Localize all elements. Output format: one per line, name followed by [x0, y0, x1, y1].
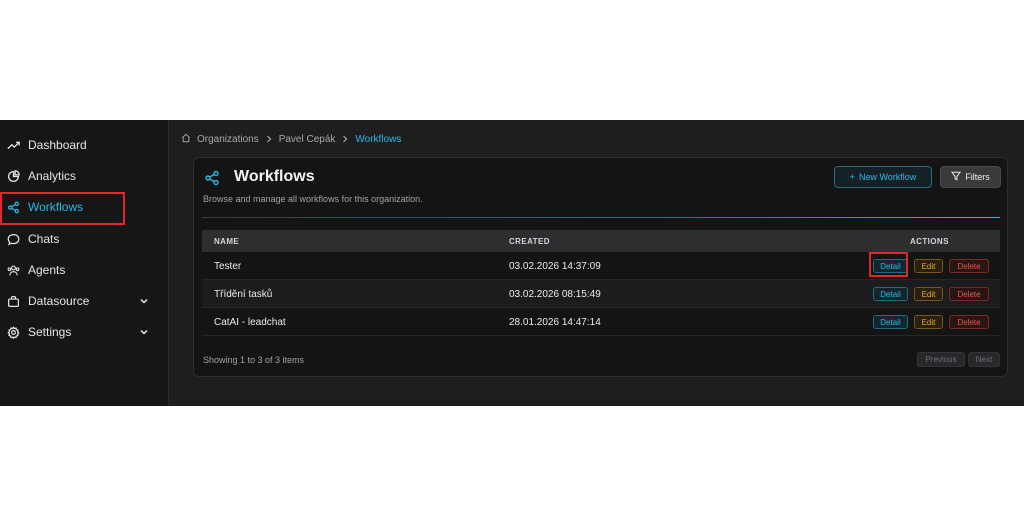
share-nodes-icon: [204, 170, 220, 186]
sidebar-item-datasource[interactable]: Datasource: [0, 286, 168, 316]
workflow-name: Tester: [214, 261, 242, 272]
highlight-box-detail: [869, 252, 908, 277]
table-row[interactable]: CatAI - leadchat 28.01.2026 14:47:14 Det…: [202, 308, 1000, 336]
breadcrumb-current: Workflows: [355, 133, 402, 145]
chevron-right-icon: [265, 135, 273, 143]
home-icon[interactable]: [181, 133, 191, 146]
sidebar-item-dashboard[interactable]: Dashboard: [0, 130, 168, 160]
column-header-name[interactable]: NAME: [214, 237, 239, 246]
workflow-created: 03.02.2026 14:37:09: [509, 261, 601, 272]
sidebar-item-label: Settings: [28, 325, 72, 339]
table-header: NAME CREATED ACTIONS: [202, 230, 1000, 252]
filters-button[interactable]: Filters: [940, 166, 1001, 188]
table-row[interactable]: Třídění tasků 03.02.2026 08:15:49 Detail…: [202, 280, 1000, 308]
chevron-down-icon[interactable]: [138, 326, 150, 338]
edit-button[interactable]: Edit: [914, 287, 943, 301]
workflow-created: 28.01.2026 14:47:14: [509, 317, 601, 328]
workflow-name: CatAI - leadchat: [214, 317, 286, 328]
workflow-created: 03.02.2026 08:15:49: [509, 289, 601, 300]
sidebar-item-label: Dashboard: [28, 138, 87, 152]
workflow-name: Třídění tasků: [214, 289, 273, 300]
chat-bubble-icon: [6, 232, 20, 246]
detail-button[interactable]: Detail: [873, 315, 908, 329]
page-title: Workflows: [234, 168, 315, 185]
previous-page-button[interactable]: Previous: [917, 352, 965, 367]
breadcrumb: Organizations Pavel Cepák Workflows: [181, 132, 401, 146]
sidebar-item-label: Analytics: [28, 169, 77, 183]
divider: [202, 217, 1000, 218]
breadcrumb-organization-name[interactable]: Pavel Cepák: [279, 134, 336, 145]
detail-button[interactable]: Detail: [873, 287, 908, 301]
breadcrumb-organizations[interactable]: Organizations: [197, 134, 259, 145]
sidebar-item-settings[interactable]: Settings: [0, 317, 168, 347]
sidebar-item-label: Agents: [28, 263, 66, 277]
chevron-down-icon[interactable]: [138, 295, 150, 307]
new-workflow-button[interactable]: + New Workflow: [834, 166, 932, 188]
sidebar-item-label: Datasource: [28, 294, 90, 308]
pagination-summary: Showing 1 to 3 of 3 items: [203, 355, 305, 365]
users-icon: [6, 263, 20, 277]
edit-button[interactable]: Edit: [914, 315, 943, 329]
page-subtitle: Browse and manage all workflows for this…: [203, 194, 423, 204]
sidebar-item-agents[interactable]: Agents: [0, 255, 168, 285]
sidebar-item-chats[interactable]: Chats: [0, 224, 168, 254]
sidebar: Dashboard Analytics Workflows Chats Agen…: [0, 120, 169, 406]
chevron-right-icon: [341, 135, 349, 143]
column-header-created[interactable]: CREATED: [509, 237, 550, 246]
sidebar-item-label: Chats: [28, 232, 60, 246]
chart-icon: [6, 169, 20, 183]
gear-icon: [6, 325, 20, 339]
delete-button[interactable]: Delete: [949, 315, 989, 329]
delete-button[interactable]: Delete: [949, 259, 989, 273]
filter-icon: [951, 171, 962, 183]
sidebar-item-analytics[interactable]: Analytics: [0, 161, 168, 191]
trending-up-icon: [6, 138, 20, 152]
briefcase-icon: [6, 294, 20, 308]
column-header-actions: ACTIONS: [910, 237, 949, 246]
edit-button[interactable]: Edit: [914, 259, 943, 273]
delete-button[interactable]: Delete: [949, 287, 989, 301]
plus-icon: +: [849, 172, 855, 182]
next-page-button[interactable]: Next: [968, 352, 1000, 367]
highlight-box-workflows: [0, 192, 125, 225]
